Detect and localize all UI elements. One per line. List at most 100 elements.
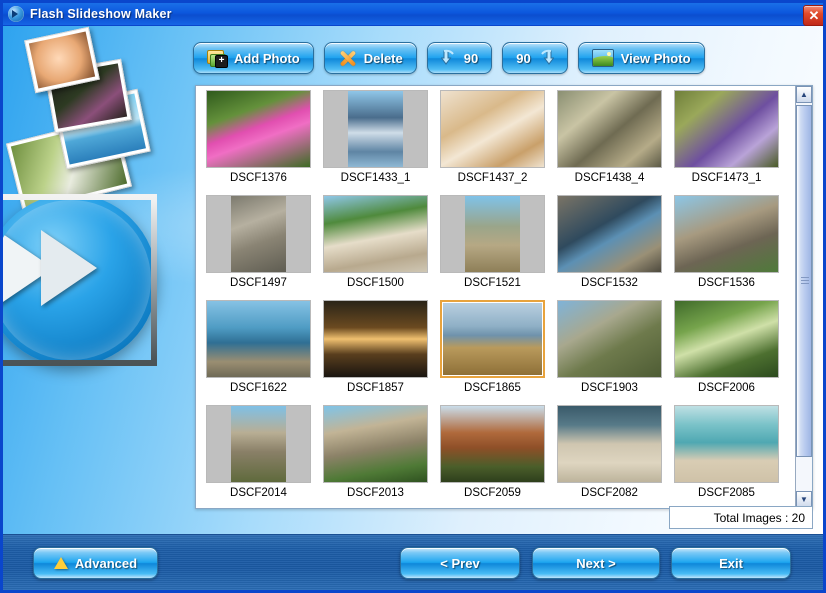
thumbnail-image[interactable]: [557, 90, 662, 168]
prev-label: < Prev: [440, 555, 480, 571]
photo-item-dscf1497[interactable]: DSCF1497: [200, 195, 317, 300]
thumbnail-image[interactable]: [440, 405, 545, 483]
advanced-button[interactable]: Advanced: [33, 547, 158, 579]
thumbnail-image[interactable]: [323, 300, 428, 378]
photo-item-dscf2006[interactable]: DSCF2006: [668, 300, 785, 405]
thumbnail-image[interactable]: [206, 195, 311, 273]
photo-item-dscf2085[interactable]: DSCF2085: [668, 405, 785, 510]
thumbnail-image[interactable]: [674, 90, 779, 168]
thumbnail-image[interactable]: [323, 195, 428, 273]
photo-item-dscf2013[interactable]: DSCF2013: [317, 405, 434, 510]
view-photo-picture-icon: [591, 49, 614, 67]
add-photo-label: Add Photo: [234, 50, 300, 66]
photo-item-label: DSCF1903: [581, 382, 638, 394]
thumbnail-image[interactable]: [674, 300, 779, 378]
title-bar: Flash Slideshow Maker ✕: [3, 3, 823, 26]
next-button[interactable]: Next >: [532, 547, 660, 579]
close-icon[interactable]: ✕: [803, 5, 823, 26]
app-globe-icon: [8, 6, 24, 22]
vertical-scrollbar[interactable]: ▲ ▼: [795, 86, 812, 508]
view-photo-label: View Photo: [620, 50, 691, 66]
toolbar: + Add Photo Delete 90 90 View Photo: [193, 39, 813, 77]
advanced-label: Advanced: [74, 555, 138, 571]
delete-x-icon: [338, 49, 357, 68]
rotate-left-button[interactable]: 90: [426, 42, 493, 74]
photo-item-label: DSCF2014: [230, 487, 287, 499]
thumbnail-image[interactable]: [440, 195, 545, 273]
thumbnail-bitmap: [441, 91, 544, 167]
thumbnail-bitmap: [675, 91, 778, 167]
thumbnail-image[interactable]: [440, 300, 545, 378]
scrollbar-track[interactable]: [796, 103, 812, 491]
photo-thumbnail-grid: DSCF1376 DSCF1433_1 DSCF1437_2 DSCF1438_4 DS…: [196, 86, 796, 508]
scrollbar-grip-icon: [801, 277, 809, 285]
thumbnail-bitmap: [558, 196, 661, 272]
thumbnail-bitmap: [465, 196, 520, 272]
thumbnail-bitmap: [207, 301, 310, 377]
photo-item-dscf1622[interactable]: DSCF1622: [200, 300, 317, 405]
thumbnail-image[interactable]: [557, 300, 662, 378]
photo-item-label: DSCF1865: [464, 382, 521, 394]
exit-button[interactable]: Exit: [671, 547, 791, 579]
thumbnail-image[interactable]: [206, 90, 311, 168]
photo-item-label: DSCF1438_4: [574, 172, 645, 184]
thumbnail-image[interactable]: [674, 195, 779, 273]
photo-item-dscf1500[interactable]: DSCF1500: [317, 195, 434, 300]
photo-item-dscf1865[interactable]: DSCF1865: [434, 300, 551, 405]
thumbnail-bitmap: [324, 196, 427, 272]
photo-item-label: DSCF1497: [230, 277, 287, 289]
add-photo-button[interactable]: + Add Photo: [193, 42, 314, 74]
photo-item-label: DSCF1532: [581, 277, 638, 289]
prev-button[interactable]: < Prev: [400, 547, 520, 579]
photo-item-label: DSCF2082: [581, 487, 638, 499]
thumbnail-bitmap: [558, 406, 661, 482]
photo-item-dscf1903[interactable]: DSCF1903: [551, 300, 668, 405]
thumbnail-bitmap: [675, 196, 778, 272]
thumbnail-bitmap: [324, 301, 427, 377]
photo-item-label: DSCF2059: [464, 487, 521, 499]
view-photo-button[interactable]: View Photo: [577, 42, 705, 74]
next-label: Next >: [576, 555, 616, 571]
photo-item-dscf1536[interactable]: DSCF1536: [668, 195, 785, 300]
thumbnail-bitmap: [231, 196, 286, 272]
photo-item-dscf1437_2[interactable]: DSCF1437_2: [434, 90, 551, 195]
photo-item-dscf1857[interactable]: DSCF1857: [317, 300, 434, 405]
photo-item-dscf2082[interactable]: DSCF2082: [551, 405, 668, 510]
thumbnail-image[interactable]: [674, 405, 779, 483]
rotate-left-90-icon: [440, 49, 457, 67]
thumbnail-bitmap: [324, 406, 427, 482]
scroll-up-icon[interactable]: ▲: [796, 86, 812, 103]
rotate-right-label: 90: [516, 50, 531, 66]
thumbnail-bitmap: [443, 303, 542, 375]
thumbnail-image[interactable]: [206, 405, 311, 483]
window-title: Flash Slideshow Maker: [30, 7, 172, 21]
delete-button[interactable]: Delete: [323, 42, 417, 74]
exit-label: Exit: [719, 555, 743, 571]
thumbnail-image[interactable]: [440, 90, 545, 168]
photo-item-dscf1532[interactable]: DSCF1532: [551, 195, 668, 300]
thumbnail-bitmap: [348, 91, 403, 167]
thumbnail-image[interactable]: [206, 300, 311, 378]
photo-item-label: DSCF1536: [698, 277, 755, 289]
photo-item-dscf1473_1[interactable]: DSCF1473_1: [668, 90, 785, 195]
photo-stack-graphic: [5, 26, 183, 221]
thumbnail-image[interactable]: [323, 90, 428, 168]
photo-item-label: DSCF1437_2: [457, 172, 528, 184]
photo-item-dscf1438_4[interactable]: DSCF1438_4: [551, 90, 668, 195]
photo-item-label: DSCF2013: [347, 487, 404, 499]
rotate-right-button[interactable]: 90: [502, 42, 568, 74]
photo-item-dscf2059[interactable]: DSCF2059: [434, 405, 551, 510]
photo-item-dscf1521[interactable]: DSCF1521: [434, 195, 551, 300]
thumbnail-bitmap: [231, 406, 286, 482]
logo-chevron-two: [41, 230, 97, 306]
thumbnail-image[interactable]: [557, 405, 662, 483]
photo-item-label: DSCF1473_1: [691, 172, 762, 184]
thumbnail-image[interactable]: [557, 195, 662, 273]
photo-item-dscf1433_1[interactable]: DSCF1433_1: [317, 90, 434, 195]
photo-item-dscf2014[interactable]: DSCF2014: [200, 405, 317, 510]
photo-item-label: DSCF1376: [230, 172, 287, 184]
photo-item-dscf1376[interactable]: DSCF1376: [200, 90, 317, 195]
advanced-triangle-icon: [53, 557, 68, 569]
scrollbar-thumb[interactable]: [796, 105, 812, 457]
thumbnail-image[interactable]: [323, 405, 428, 483]
